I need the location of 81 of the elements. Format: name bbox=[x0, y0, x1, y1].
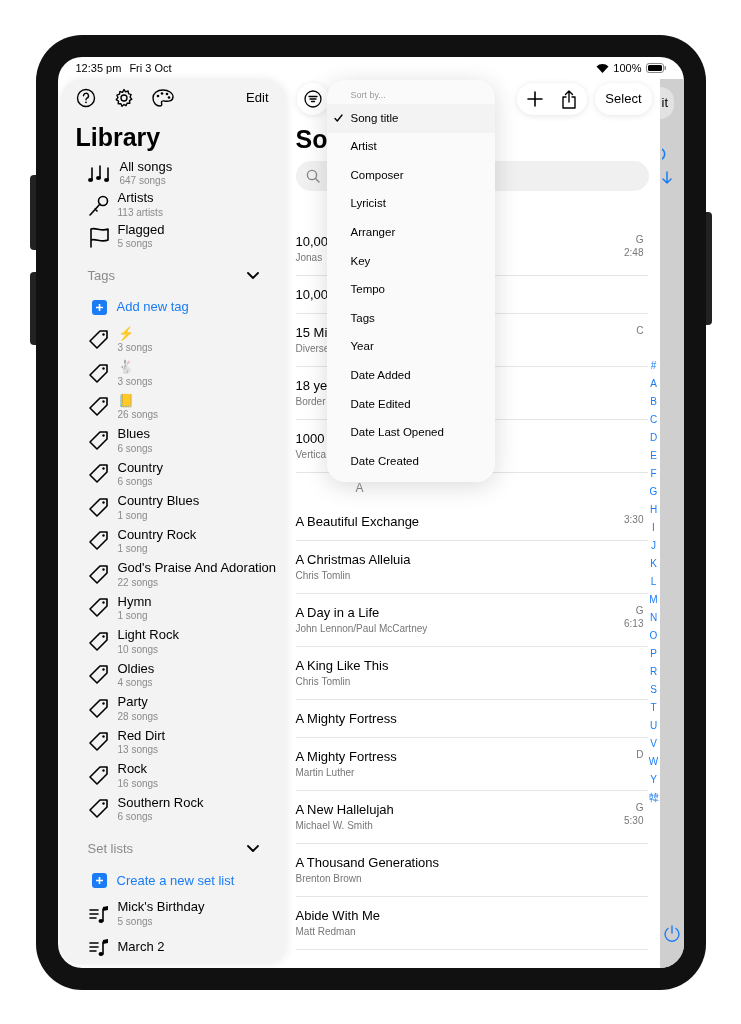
item-count: 3 songs bbox=[117, 342, 153, 355]
item-title: March 2 bbox=[117, 939, 165, 956]
item-title: Light Rock bbox=[117, 627, 179, 644]
item-title: Red Dirt bbox=[117, 727, 166, 745]
item-count: 3 songs bbox=[117, 375, 153, 389]
item-count: 16 songs bbox=[117, 777, 159, 791]
item-title: Country bbox=[117, 459, 164, 477]
item-title: Mick's Birthday bbox=[117, 899, 205, 916]
item-title: Artists bbox=[117, 190, 155, 207]
item-title: Country Rock bbox=[117, 526, 197, 544]
song-title: 1000 bbox=[295, 431, 326, 448]
song-artist: Matt Redman bbox=[295, 926, 357, 939]
item-count: 6 songs bbox=[117, 476, 154, 489]
song-duration: 2:48 bbox=[624, 246, 644, 259]
item-title: Hymn bbox=[117, 593, 152, 611]
item-title: All songs bbox=[119, 158, 173, 175]
section-header: Set lists bbox=[87, 840, 133, 859]
song-title: 10,00 bbox=[295, 234, 329, 251]
item-title: 🐇 bbox=[117, 359, 135, 376]
item-count: 6 songs bbox=[117, 442, 153, 456]
item-title: ⚡ bbox=[117, 325, 135, 343]
song-artist: Michael W. Smith bbox=[295, 820, 374, 833]
item-title: Flagged bbox=[117, 222, 165, 239]
item-title: Party bbox=[117, 694, 149, 711]
status-time: 12:35 pm bbox=[75, 60, 122, 76]
item-count: 13 songs bbox=[117, 744, 160, 757]
song-key: D bbox=[636, 749, 644, 762]
song-artist: Chris Tomlin bbox=[295, 676, 352, 689]
song-key: C bbox=[636, 325, 644, 338]
song-duration: 3:30 bbox=[624, 514, 644, 527]
section-header: Tags bbox=[87, 266, 115, 285]
status-date: Fri 3 Oct bbox=[129, 60, 172, 76]
song-title: A Mighty Fortress bbox=[295, 749, 397, 766]
song-artist: John Lennon/Paul McCartney bbox=[295, 623, 428, 636]
song-artist: Vertica bbox=[295, 449, 327, 462]
item-title: Southern Rock bbox=[117, 794, 204, 812]
song-title: 18 ye bbox=[295, 378, 328, 395]
song-key: G bbox=[635, 605, 644, 618]
item-count: 4 songs bbox=[117, 677, 154, 690]
item-count: 6 songs bbox=[117, 811, 154, 824]
song-title: A Mighty Fortress bbox=[295, 711, 397, 728]
item-title: Country Blues bbox=[117, 493, 200, 510]
item-count: 5 songs bbox=[117, 915, 154, 929]
item-count: 26 songs bbox=[117, 409, 159, 422]
song-key: G bbox=[635, 802, 644, 815]
item-count: 1 song bbox=[117, 543, 149, 556]
song-title: 15 Mi bbox=[295, 325, 329, 342]
item-title: Blues bbox=[117, 426, 152, 443]
song-title: A Day in a Life bbox=[295, 605, 381, 622]
item-count: 22 songs bbox=[117, 576, 160, 590]
item-count: 10 songs bbox=[117, 643, 160, 657]
song-title: A King Like This bbox=[295, 658, 389, 675]
song-artist: Martin Luther bbox=[295, 767, 356, 780]
song-duration: 5:30 bbox=[624, 814, 644, 827]
song-key: G bbox=[635, 234, 644, 247]
item-title: 📒 bbox=[117, 392, 135, 410]
item-count: 647 songs bbox=[119, 174, 167, 188]
item-count: 28 songs bbox=[117, 710, 159, 724]
item-count: 113 artists bbox=[117, 206, 163, 220]
song-title: A Thousand Generations bbox=[295, 855, 440, 872]
battery-percent: 100% bbox=[613, 60, 642, 76]
section-letter: A bbox=[354, 480, 365, 497]
item-title: Oldies bbox=[117, 660, 155, 678]
song-title: Abide With Me bbox=[295, 908, 381, 925]
item-count: 5 songs bbox=[117, 238, 154, 251]
item-title: God's Praise And Adoration bbox=[117, 560, 277, 577]
item-count: 1 song bbox=[117, 509, 149, 523]
list-title: So bbox=[295, 124, 328, 155]
song-artist: Chris Tomlin bbox=[295, 570, 352, 583]
item-count: 1 song bbox=[117, 610, 149, 623]
song-title: A Beautiful Exchange bbox=[295, 514, 420, 531]
song-artist: Jonas bbox=[295, 252, 324, 265]
song-title: A Christmas Alleluia bbox=[295, 552, 411, 569]
song-title: A New Hallelujah bbox=[295, 802, 394, 819]
song-artist: Brenton Brown bbox=[295, 873, 363, 886]
song-title: 10,00 bbox=[295, 287, 329, 304]
song-duration: 6:13 bbox=[624, 617, 644, 630]
sidebar-title: Library bbox=[74, 122, 162, 154]
item-title: Rock bbox=[117, 761, 149, 778]
menu-header: Sort by... bbox=[349, 89, 387, 102]
song-artist: Border bbox=[295, 396, 327, 409]
